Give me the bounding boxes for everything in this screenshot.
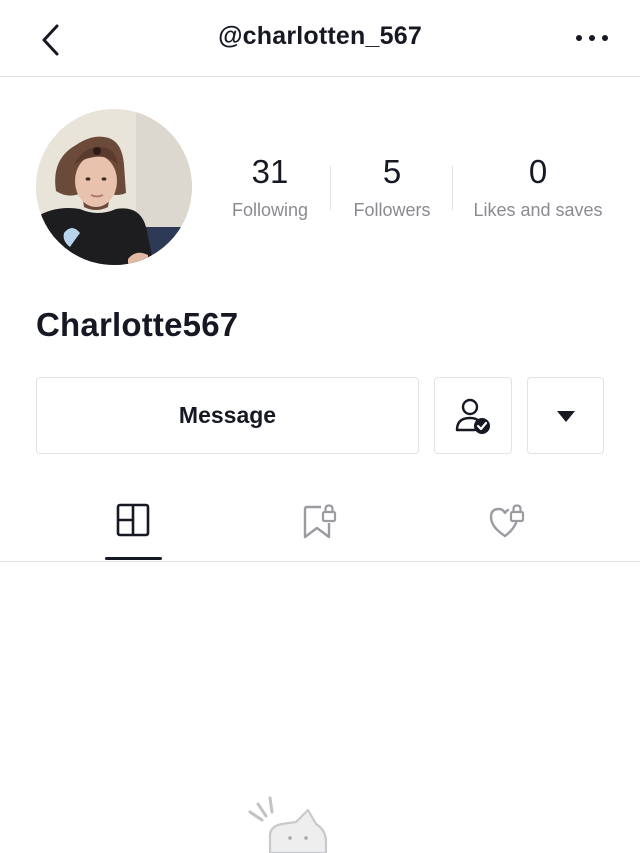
likes-saves-count: 0	[528, 153, 548, 190]
more-actions-dropdown[interactable]	[527, 377, 604, 454]
heart-lock-icon	[489, 504, 525, 538]
stat-followers[interactable]: 5 Followers	[346, 150, 438, 221]
caret-down-icon	[556, 410, 575, 422]
following-count: 31	[251, 153, 289, 190]
top-bar: @charlotten_567	[0, 0, 640, 77]
stat-divider	[330, 166, 331, 210]
followers-label: Followers	[353, 200, 431, 220]
friend-status-button[interactable]	[434, 377, 512, 454]
tab-liked[interactable]	[447, 490, 567, 560]
tab-collections[interactable]	[260, 490, 380, 560]
profile-handle: @charlotten_567	[218, 22, 422, 50]
empty-state-illustration	[240, 790, 340, 853]
stat-divider	[452, 166, 453, 210]
more-horizontal-icon	[576, 35, 608, 41]
tab-notes[interactable]	[73, 490, 193, 560]
more-options-button[interactable]	[570, 22, 614, 54]
likes-saves-label: Likes and saves	[473, 200, 603, 220]
message-button[interactable]: Message	[36, 377, 419, 454]
followers-count: 5	[382, 153, 402, 190]
content-tabs	[0, 490, 640, 562]
grid-layout-icon	[116, 503, 150, 537]
bookmark-lock-icon	[303, 504, 337, 539]
stat-likes-saves[interactable]: 0 Likes and saves	[466, 150, 610, 221]
user-check-icon	[455, 398, 490, 434]
profile-photo	[36, 109, 192, 265]
message-button-label: Message	[178, 402, 277, 428]
stat-following[interactable]: 31 Following	[226, 150, 314, 221]
display-name: Charlotte567	[36, 306, 239, 343]
avatar[interactable]	[36, 109, 192, 265]
following-label: Following	[231, 200, 309, 220]
active-tab-indicator	[105, 557, 162, 560]
empty-state-cat-icon	[248, 796, 328, 853]
